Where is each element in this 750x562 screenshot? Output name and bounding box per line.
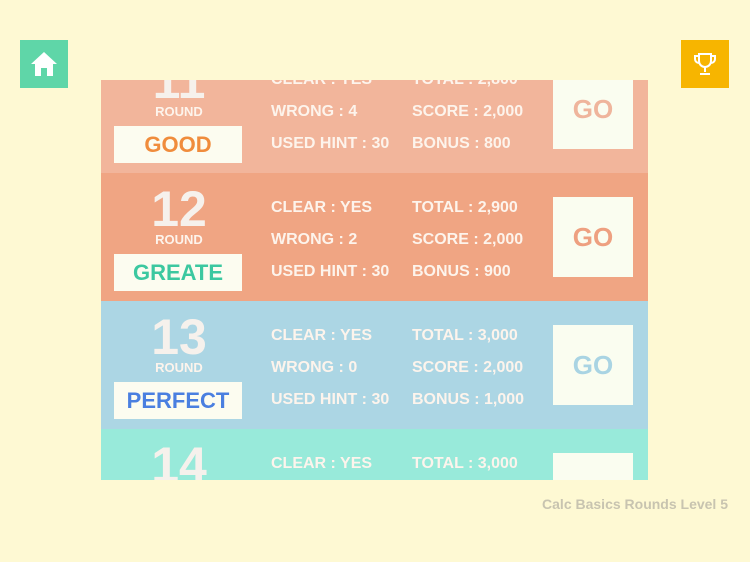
rounds-list[interactable]: 11 ROUND GOOD CLEAR : YES WRONG : 4 USED… [101,80,648,480]
total-score: TOTAL : 3,000 [412,455,518,472]
rating-badge: GREATE [114,254,242,291]
bonus: BONUS : 1,000 [412,391,525,408]
round-number: 12 [151,181,207,237]
go-button[interactable]: GO [553,80,633,149]
wrong-count: WRONG : 0 [271,359,358,376]
round-number: 13 [151,309,207,365]
total-score: TOTAL : 2,900 [412,199,518,216]
total-score: TOTAL : 3,000 [412,327,518,344]
round-label: ROUND [155,360,203,375]
round-row: 11 ROUND GOOD CLEAR : YES WRONG : 4 USED… [101,80,648,173]
go-button[interactable] [553,453,633,480]
round-label: ROUND [155,232,203,247]
clear-status: CLEAR : YES [271,199,373,216]
home-button[interactable] [20,40,68,88]
level-title: Calc Basics Rounds Level 5 [542,496,728,512]
go-button[interactable]: GO [553,197,633,277]
clear-status: CLEAR : YES [271,455,373,472]
trophy-icon [694,53,716,75]
score: SCORE : 2,000 [412,231,524,248]
bonus: BONUS : 800 [412,135,511,152]
wrong-count: WRONG : 2 [271,231,358,248]
round-row: 14 ROUND CLEAR : YES TOTAL : 3,000 [101,429,648,480]
used-hint: USED HINT : 30 [271,263,390,280]
total-score: TOTAL : 2,800 [412,80,518,89]
home-icon [31,52,57,76]
score: SCORE : 2,000 [412,103,524,120]
wrong-count: WRONG : 4 [271,103,358,120]
round-number: 14 [151,437,207,480]
round-row: 13 ROUND PERFECT CLEAR : YES WRONG : 0 U… [101,301,648,429]
go-button[interactable]: GO [553,325,633,405]
clear-status: CLEAR : YES [271,80,372,89]
used-hint: USED HINT : 30 [271,391,390,408]
rating-badge: GOOD [114,126,242,163]
used-hint: USED HINT : 30 [271,135,390,152]
trophy-button[interactable] [681,40,729,88]
round-label: ROUND [155,104,203,119]
rating-badge: PERFECT [114,382,242,419]
round-row: 12 ROUND GREATE CLEAR : YES WRONG : 2 US… [101,173,648,301]
clear-status: CLEAR : YES [271,327,373,344]
bonus: BONUS : 900 [412,263,511,280]
score: SCORE : 2,000 [412,359,524,376]
